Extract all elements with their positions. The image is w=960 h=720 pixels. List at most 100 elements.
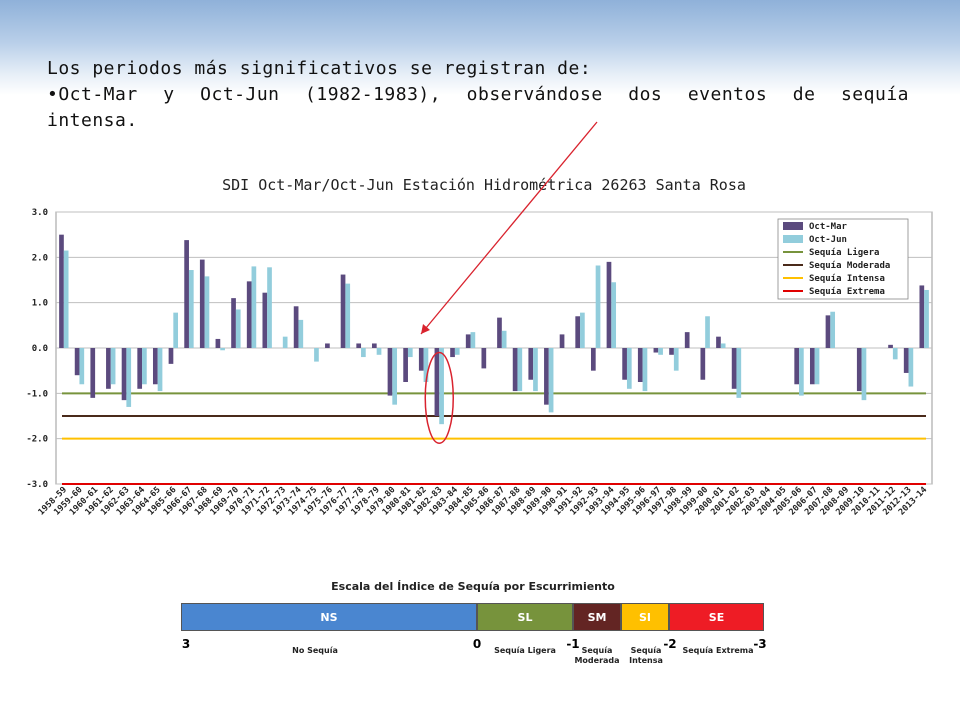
bar — [673, 348, 679, 371]
y-tick-label: 0.0 — [32, 344, 48, 354]
bar — [517, 348, 523, 392]
bar — [705, 316, 710, 348]
bar — [450, 348, 455, 358]
sdi-bar-chart: SDI Oct-Mar/Oct-Jun Estación Hidrométric… — [26, 121, 933, 517]
bar — [184, 240, 189, 348]
bar — [314, 348, 319, 362]
bar — [814, 348, 820, 385]
bar — [669, 348, 674, 355]
bar — [361, 348, 366, 358]
bar — [908, 348, 914, 387]
bar — [345, 283, 351, 348]
legend-label: Sequía Extrema — [809, 287, 885, 297]
bar — [470, 332, 476, 348]
bar — [465, 334, 471, 348]
bar — [924, 289, 929, 348]
bar — [731, 348, 737, 389]
scale-segment-se: SE — [669, 603, 764, 631]
bar — [215, 338, 221, 348]
bar — [658, 348, 663, 355]
bar — [126, 348, 132, 407]
scale-segment-ns: NS — [181, 603, 477, 631]
legend-label: Oct-Mar — [809, 222, 848, 232]
bar — [188, 270, 194, 348]
bar — [110, 348, 116, 385]
bar — [403, 348, 408, 382]
bar — [204, 276, 210, 348]
scale-label-sm-line1: Sequía — [581, 646, 613, 655]
bar — [340, 274, 346, 348]
scale-label-ns: No Sequía — [292, 646, 338, 655]
bar — [700, 348, 706, 380]
scale-label-si-line2: Intensa — [629, 656, 663, 665]
bar — [387, 348, 393, 396]
y-tick-label: -2.0 — [26, 435, 48, 445]
legend-swatch — [783, 235, 803, 243]
legend-label: Sequía Ligera — [809, 247, 879, 258]
y-tick-label: -3.0 — [26, 480, 48, 490]
chart-title: SDI Oct-Mar/Oct-Jun Estación Hidrométric… — [222, 176, 746, 194]
bar — [544, 348, 549, 405]
bar — [626, 348, 632, 389]
bar — [90, 348, 96, 398]
bar — [142, 348, 147, 385]
bar — [528, 348, 534, 380]
bar — [439, 348, 444, 425]
bar — [199, 259, 205, 348]
bar — [434, 348, 440, 416]
bar — [548, 348, 554, 413]
bar — [251, 266, 257, 348]
y-tick-label: 3.0 — [32, 208, 48, 218]
bar — [121, 348, 127, 401]
bar — [794, 348, 800, 385]
bar — [736, 348, 742, 398]
bar — [74, 348, 80, 376]
bar — [903, 348, 909, 373]
bar — [246, 281, 252, 348]
bar — [716, 336, 721, 348]
bar — [575, 316, 581, 348]
bar — [861, 348, 867, 401]
bar — [376, 348, 382, 355]
bar — [454, 348, 460, 355]
bar — [642, 348, 648, 392]
bar — [220, 348, 225, 351]
bar — [590, 348, 596, 371]
bar — [407, 348, 413, 358]
scale-segment-sl: SL — [477, 603, 573, 631]
scale-tick: -3 — [753, 637, 767, 651]
bar — [267, 267, 272, 348]
y-tick-label: 1.0 — [32, 299, 48, 309]
y-tick-label: 2.0 — [32, 253, 48, 263]
scale-label-si-line1: Sequía — [630, 646, 662, 655]
bar — [533, 348, 538, 392]
bar — [637, 348, 643, 382]
bar — [282, 336, 288, 348]
scale-tick: -1 — [566, 637, 580, 651]
bar — [137, 348, 143, 389]
bar — [684, 332, 690, 348]
bar — [262, 292, 268, 348]
bar — [653, 348, 659, 353]
bar — [157, 348, 163, 392]
scale-label-si: Sequía Intensa — [629, 646, 663, 666]
bar — [611, 282, 617, 348]
bar — [720, 343, 726, 348]
bar — [809, 348, 815, 385]
bar — [497, 317, 502, 348]
bar — [501, 330, 507, 348]
legend-label: Oct-Jun — [809, 235, 847, 245]
legend-swatch — [783, 222, 803, 230]
bar — [356, 343, 362, 348]
bar — [622, 348, 627, 380]
bar — [423, 348, 429, 382]
bar — [418, 348, 424, 371]
scale-segment-si: SI — [621, 603, 669, 631]
bar — [235, 309, 241, 348]
bar — [595, 265, 601, 348]
bar — [59, 234, 64, 348]
legend-label: Sequía Intensa — [809, 274, 885, 284]
scale-tick: -2 — [663, 637, 677, 651]
bar — [293, 306, 299, 348]
scale-label-se: Sequía Extrema — [682, 646, 754, 655]
